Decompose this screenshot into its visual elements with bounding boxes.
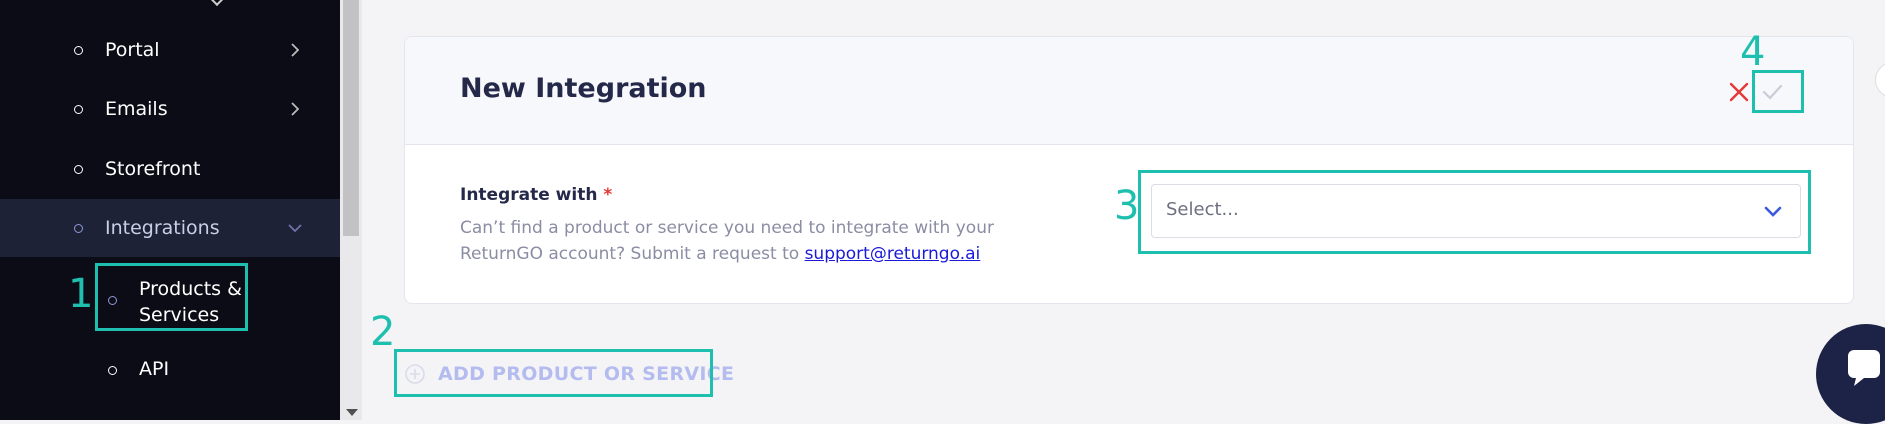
- sidebar-item-emails[interactable]: Emails: [0, 80, 340, 138]
- sidebar-item-label: Portal: [105, 39, 160, 61]
- bullet-icon: [74, 45, 83, 55]
- annotation-number-2: 2: [370, 309, 396, 355]
- chevron-icon: [209, 0, 225, 7]
- bullet-icon: [74, 164, 83, 174]
- annotation-number-1: 1: [68, 271, 94, 317]
- sidebar-subitem-api[interactable]: API: [0, 356, 340, 386]
- chat-widget-button[interactable]: [1816, 324, 1885, 424]
- help-text: Can’t find a product or service you need…: [460, 215, 1080, 267]
- bullet-icon: [74, 104, 83, 114]
- annotation-box-1: [95, 263, 248, 331]
- chevron-down-icon: [288, 224, 302, 233]
- field-label-text: Integrate with: [460, 185, 598, 205]
- annotation-box-4: [1752, 70, 1804, 113]
- sidebar-subitem-label: API: [139, 358, 170, 380]
- sidebar-item-label: Storefront: [105, 158, 201, 180]
- chat-bubble-icon: [1848, 350, 1880, 386]
- sidebar-item-storefront[interactable]: Storefront: [0, 140, 340, 198]
- chevron-right-icon: [291, 102, 300, 116]
- sidebar-item-portal[interactable]: Portal: [0, 21, 340, 79]
- annotation-box-3: [1138, 170, 1811, 254]
- annotation-number-3: 3: [1114, 183, 1140, 229]
- chevron-right-icon: [291, 43, 300, 57]
- card-header: New Integration: [405, 37, 1853, 145]
- collapse-toggle-button[interactable]: [1875, 62, 1885, 98]
- annotation-box-2: [394, 349, 713, 397]
- sidebar-item-label: Emails: [105, 98, 168, 120]
- scroll-down-arrow-icon[interactable]: [346, 409, 358, 416]
- annotation-number-4: 4: [1740, 29, 1766, 75]
- scrollbar-thumb[interactable]: [343, 0, 359, 236]
- support-email-link[interactable]: support@returngo.ai: [805, 244, 981, 264]
- bullet-icon: [108, 366, 117, 375]
- required-mark: *: [603, 185, 613, 205]
- sidebar-item-integrations[interactable]: Integrations: [0, 199, 340, 257]
- card-title: New Integration: [460, 73, 707, 104]
- integrate-with-label: Integrate with *: [460, 185, 612, 205]
- sidebar: Portal Emails Storefront Integrations Pr…: [0, 0, 340, 420]
- close-icon[interactable]: [1726, 79, 1752, 105]
- sidebar-item-label: Integrations: [105, 217, 220, 239]
- bullet-icon: [74, 223, 83, 233]
